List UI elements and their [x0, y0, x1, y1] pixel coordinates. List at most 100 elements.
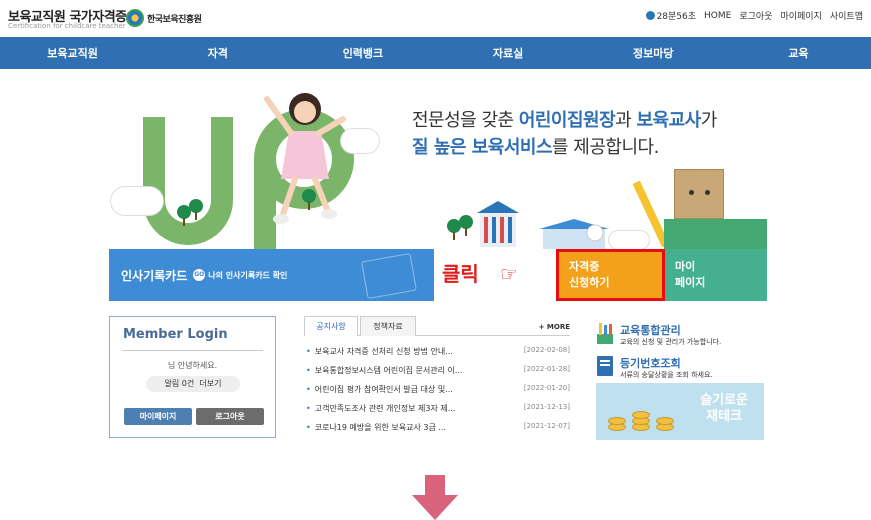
notice-date: [2022-01-20]: [523, 384, 570, 392]
util-mypage-link[interactable]: 마이페이지: [780, 9, 821, 22]
hero-text: 가: [700, 110, 718, 131]
list-item[interactable]: 보육통합정보시스템 어린이집 문서관리 이... [2022-01-28]: [304, 365, 570, 384]
hero-headline: 전문성을 갖춘 어린이집원장과 보육교사가 질 높은 보육서비스를 제공합니다.: [412, 107, 717, 161]
notice-title: 코로나19 예방을 위한 보육교사 3급 ...: [304, 422, 446, 441]
notice-title: 고객만족도조사 관련 개인정보 제3자 제...: [304, 403, 456, 422]
id-card-icon: [361, 252, 417, 300]
list-item[interactable]: 보육교사 자격증 선처리 신청 방법 안내... [2022-02-08]: [304, 346, 570, 365]
edu-title: 교육통합관리: [620, 324, 681, 337]
personnel-record-banner[interactable]: 인사기록카드 GO 나의 인사기록카드 확인: [109, 249, 434, 301]
more-link[interactable]: + MORE: [539, 323, 570, 331]
hero-text: 를 제공합니다.: [552, 137, 659, 158]
arrow-down-icon: [412, 475, 458, 520]
util-home-link[interactable]: HOME: [704, 11, 731, 21]
nav-item-education[interactable]: 교육: [726, 37, 871, 69]
notice-list: 보육교사 자격증 선처리 신청 방법 안내... [2022-02-08] 보육통…: [304, 346, 570, 441]
tree-icon: [459, 215, 473, 236]
kcpi-logo-icon[interactable]: [126, 9, 144, 27]
list-item[interactable]: 어린이집 평가 참여확인서 발급 대상 및... [2022-01-20]: [304, 384, 570, 403]
coin-icon: [656, 417, 674, 425]
nav-item-info[interactable]: 정보마당: [581, 37, 726, 69]
edu-management-link[interactable]: 교육통합관리 교육의 신청 및 관리가 가능합니다.: [596, 320, 766, 350]
session-timer: 28분56초: [645, 9, 697, 22]
record-subtitle: 나의 인사기록카드 확인: [208, 270, 288, 280]
record-title: 인사기록카드: [121, 268, 188, 283]
apply-certificate-button[interactable]: 자격증 신청하기: [556, 249, 665, 301]
hero-banner: 전문성을 갖춘 어린이집원장과 보육교사가 질 높은 보육서비스를 제공합니다.: [109, 69, 767, 249]
savings-text: 슬기로운 재테크: [700, 393, 748, 425]
mypage-label-line2: 페이지: [675, 276, 706, 289]
hero-highlight-director: 어린이집원장: [518, 110, 616, 131]
registered-mail-link[interactable]: 등기번호조회 서류의 송달상황을 조회 하세요.: [596, 353, 766, 383]
util-logout-link[interactable]: 로그아웃: [739, 9, 772, 22]
tree-icon: [302, 189, 316, 210]
nav-item-library[interactable]: 자료실: [436, 37, 581, 69]
main-nav: 보육교직원 자격 인력뱅크 자료실 정보마당 교육: [0, 37, 871, 69]
timer-text: 28분56초: [656, 12, 697, 22]
notice-date: [2022-02-08]: [523, 346, 570, 354]
apply-label-line2: 신청하기: [569, 276, 610, 289]
house-illustration: [539, 219, 609, 249]
mypage-label: 마이 페이지: [675, 259, 705, 291]
go-badge-icon: GO: [193, 269, 206, 281]
box-character-illustration: [674, 169, 724, 219]
hero-line-1: 전문성을 갖춘 어린이집원장과 보육교사가: [412, 107, 717, 134]
apply-label-line1: 자격증: [569, 260, 600, 273]
notice-date: [2021-12-07]: [523, 422, 570, 430]
alarm-more-link[interactable]: 더보기: [199, 379, 221, 388]
pointing-hand-icon: ☞: [500, 262, 518, 286]
reg-title: 등기번호조회: [620, 357, 681, 370]
list-item[interactable]: 코로나19 예방을 위한 보육교사 3급 ... [2021-12-07]: [304, 422, 570, 441]
list-item[interactable]: 고객만족도조사 관련 개인정보 제3자 제... [2021-12-13]: [304, 403, 570, 422]
reg-desc: 서류의 송달상황을 조회 하세요.: [620, 371, 713, 379]
mypage-label-line1: 마이: [675, 260, 696, 273]
greeting-text: 님 안녕하세요.: [167, 361, 218, 370]
savings-line1: 슬기로운: [700, 393, 748, 408]
up-letter-u: [143, 117, 233, 245]
divider: [122, 350, 263, 351]
notice-date: [2021-12-13]: [523, 403, 570, 411]
notice-title: 보육교사 자격증 선처리 신청 방법 안내...: [304, 346, 453, 365]
hero-highlight-service: 질 높은 보육서비스: [412, 137, 553, 158]
nav-item-qualification[interactable]: 자격: [145, 37, 290, 69]
edu-desc: 교육의 신청 및 관리가 가능합니다.: [620, 338, 722, 346]
cloud-mid: [341, 129, 379, 153]
site-subtitle: Certification for childcare teacher: [8, 22, 126, 30]
coin-icon: [632, 411, 650, 419]
hero-line-2: 질 높은 보육서비스를 제공합니다.: [412, 134, 717, 161]
utility-links: 28분56초 HOME 로그아웃 마이페이지 사이트맵: [645, 9, 863, 22]
org-name[interactable]: 한국보육진흥원: [147, 12, 202, 25]
mypage-banner-button[interactable]: 마이 페이지: [665, 249, 767, 301]
util-sitemap-link[interactable]: 사이트맵: [830, 9, 863, 22]
tree-icon: [189, 199, 203, 220]
login-title: Member Login: [123, 327, 228, 342]
book-icon: [597, 356, 613, 376]
notice-title: 어린이집 평가 참여확인서 발급 대상 및...: [304, 384, 453, 403]
hero-text: 전문성을 갖춘: [412, 110, 519, 131]
clock-icon: [645, 11, 655, 20]
cloud-left: [111, 187, 163, 215]
savings-line2: 재테크: [706, 409, 743, 424]
top-header: 보육교직원 국가자격증 Certification for childcare …: [0, 0, 871, 37]
cloud-right: [609, 231, 649, 249]
notice-tabs: 공지사항 정책자료 + MORE: [304, 316, 570, 336]
building-illustration: [477, 201, 519, 247]
tab-notice[interactable]: 공지사항: [304, 316, 358, 336]
click-annotation: 클릭: [442, 262, 479, 286]
coin-icon: [608, 417, 626, 425]
side-quick-links: 교육통합관리 교육의 신청 및 관리가 가능합니다. 등기번호조회 서류의 송달…: [596, 320, 766, 386]
notice-title: 보육통합정보시스템 어린이집 문서관리 이...: [304, 365, 463, 384]
hero-text: 과: [615, 110, 637, 131]
tab-policy[interactable]: 정책자료: [360, 316, 416, 336]
apply-label: 자격증 신청하기: [569, 259, 609, 291]
savings-banner[interactable]: 슬기로운 재테크: [596, 383, 764, 440]
hero-highlight-teacher: 보육교사: [636, 110, 701, 131]
notice-board: 공지사항 정책자료 + MORE 보육교사 자격증 선처리 신청 방법 안내..…: [304, 316, 570, 440]
alarm-count: 알림 0건: [164, 379, 195, 388]
nav-item-staff[interactable]: 보육교직원: [0, 37, 145, 69]
green-ground: [664, 219, 767, 249]
mypage-button[interactable]: 마이페이지: [124, 408, 192, 425]
nav-item-talent-bank[interactable]: 인력뱅크: [290, 37, 435, 69]
logout-button[interactable]: 로그아웃: [196, 408, 264, 425]
alarm-pill[interactable]: 알림 0건 더보기: [146, 376, 240, 392]
